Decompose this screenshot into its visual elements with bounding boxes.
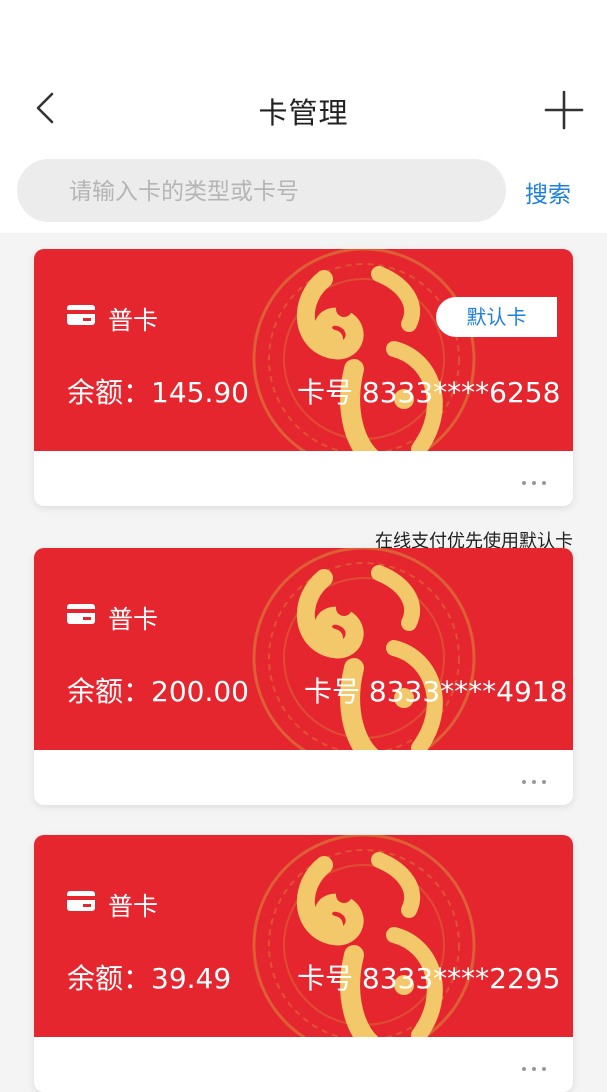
fu-decoration-icon — [204, 835, 524, 1037]
more-dot-icon — [532, 481, 536, 485]
card-item[interactable]: 普卡 余额：145.90 卡号 8333****6258 默认卡 — [34, 249, 573, 506]
card-balance: 余额：200.00 — [67, 675, 249, 708]
page-title: 卡管理 — [258, 96, 349, 130]
search-input[interactable] — [67, 159, 491, 224]
card-balance: 余额：39.49 — [67, 962, 232, 995]
card-face: 普卡 余额：145.90 卡号 8333****6258 默认卡 — [34, 249, 573, 451]
card-icon — [67, 604, 95, 624]
card-type-label: 普卡 — [108, 892, 159, 921]
card-face: 普卡 余额：200.00 卡号 8333****4918 — [34, 548, 573, 750]
search-box — [17, 159, 506, 224]
more-dot-icon — [542, 780, 546, 784]
plus-icon — [544, 90, 584, 130]
fu-decoration-icon — [204, 548, 524, 750]
more-dot-icon — [542, 1067, 546, 1071]
card-number: 卡号 8333****6258 — [297, 376, 561, 409]
card-type-label: 普卡 — [108, 605, 159, 634]
card-number: 卡号 8333****2295 — [297, 962, 561, 995]
more-dot-icon — [522, 481, 526, 485]
default-card-badge: 默认卡 — [436, 297, 557, 337]
card-item[interactable]: 普卡 余额：200.00 卡号 8333****4918 — [34, 548, 573, 805]
add-card-button[interactable] — [540, 86, 588, 134]
more-dot-icon — [522, 1067, 526, 1071]
card-icon — [67, 891, 95, 911]
more-dot-icon — [542, 481, 546, 485]
more-dot-icon — [532, 1067, 536, 1071]
more-options-button[interactable] — [519, 1056, 553, 1071]
card-type-label: 普卡 — [108, 306, 159, 335]
card-item[interactable]: 普卡 余额：39.49 卡号 8333****2295 — [34, 835, 573, 1092]
card-number: 卡号 8333****4918 — [304, 675, 568, 708]
card-balance: 余额：145.90 — [67, 376, 249, 409]
fu-decoration-icon — [204, 249, 524, 451]
more-dot-icon — [522, 780, 526, 784]
more-options-button[interactable] — [519, 769, 553, 784]
card-icon — [67, 305, 95, 325]
card-face: 普卡 余额：39.49 卡号 8333****2295 — [34, 835, 573, 1037]
search-button[interactable]: 搜索 — [525, 175, 571, 209]
more-options-button[interactable] — [519, 470, 553, 485]
more-dot-icon — [532, 780, 536, 784]
